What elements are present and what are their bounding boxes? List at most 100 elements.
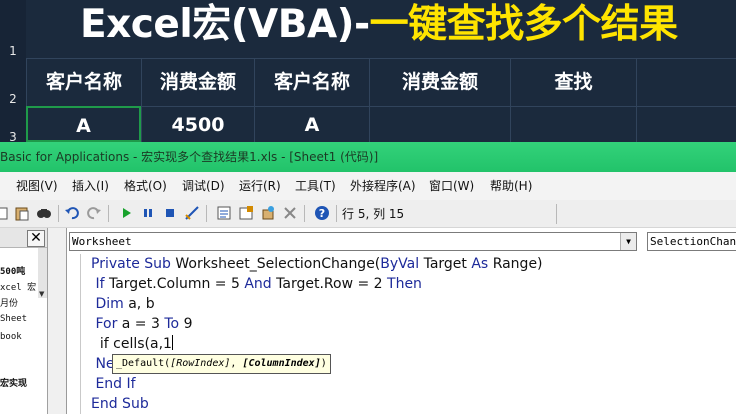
sheet-title-cell[interactable]: Excel宏(VBA)-一键查找多个结果 <box>26 0 736 58</box>
header-customer-name-1[interactable]: 客户名称 <box>26 58 141 106</box>
tooltip-text: ) <box>320 358 327 369</box>
keyword-token: If <box>95 276 109 292</box>
toolbar-separator <box>206 205 207 222</box>
keyword-token: ByVal <box>380 256 424 272</box>
code-token: a, b <box>128 296 155 312</box>
object-dropdown[interactable]: Worksheet ▼ <box>69 232 637 251</box>
code-token: Target.Row = 2 <box>276 276 388 292</box>
window-title: Basic for Applications - 宏实现多个查找结果1.xls … <box>0 150 379 164</box>
code-line[interactable]: End Sub <box>91 394 731 414</box>
procedure-dropdown-value: SelectionChange <box>650 235 736 248</box>
find-icon[interactable] <box>36 205 52 221</box>
tooltip-text: _Default( <box>116 358 171 369</box>
project-item[interactable]: 宏实现 <box>0 376 27 389</box>
title-text-white: Excel宏(VBA)- <box>80 2 370 47</box>
menu-insert[interactable]: 插入(I) <box>72 172 109 200</box>
close-icon[interactable]: ✕ <box>27 230 45 247</box>
code-token: 9 <box>183 316 193 332</box>
keyword-token: To <box>164 316 184 332</box>
cell-a3[interactable]: A <box>26 106 141 142</box>
row-number-2[interactable]: 2 <box>0 92 26 106</box>
keyword-token: End If <box>95 376 136 392</box>
properties-icon[interactable] <box>238 205 254 221</box>
undo-icon[interactable] <box>64 205 80 221</box>
keyword-token: Dim <box>95 296 129 312</box>
menu-view[interactable]: 视图(V) <box>16 172 58 200</box>
project-item[interactable]: xcel 宏 <box>0 280 36 293</box>
project-item[interactable]: book <box>0 332 22 342</box>
code-margin[interactable] <box>67 254 81 414</box>
keyword-token: As <box>471 256 493 272</box>
header-search[interactable]: 查找 <box>510 58 636 106</box>
project-item[interactable]: 500吨 <box>0 264 25 277</box>
header-amount-2[interactable]: 消费金额 <box>369 58 510 106</box>
reset-icon[interactable] <box>162 205 178 221</box>
chevron-down-icon[interactable]: ▼ <box>39 290 44 298</box>
keyword-token: And <box>244 276 277 292</box>
toolbox-icon[interactable] <box>282 205 298 221</box>
toolbar-separator <box>58 205 59 222</box>
object-browser-icon[interactable] <box>260 205 276 221</box>
run-icon[interactable] <box>118 205 134 221</box>
menu-addins[interactable]: 外接程序(A) <box>350 172 416 200</box>
toolbar-separator <box>336 205 337 222</box>
code-line[interactable]: If Target.Column = 5 And Target.Row = 2 … <box>91 274 731 294</box>
keyword-token: End Sub <box>91 396 149 412</box>
title-text-yellow: 一键查找多个结果 <box>369 2 679 47</box>
paste-icon[interactable] <box>14 205 30 221</box>
window-titlebar[interactable]: Basic for Applications - 宏实现多个查找结果1.xls … <box>0 142 736 172</box>
procedure-dropdown[interactable]: SelectionChange <box>647 232 736 251</box>
vba-editor-window: Basic for Applications - 宏实现多个查找结果1.xls … <box>0 142 736 414</box>
row-number-1[interactable]: 1 <box>0 44 26 58</box>
header-customer-name-2[interactable]: 客户名称 <box>254 58 369 106</box>
copy-icon[interactable] <box>0 205 10 221</box>
menu-run[interactable]: 运行(R) <box>239 172 281 200</box>
code-line[interactable]: Dim a, b <box>91 294 731 314</box>
menu-tools[interactable]: 工具(T) <box>295 172 336 200</box>
excel-sheet: 1 2 3 Excel宏(VBA)-一键查找多个结果 客户名称 消费金额 客户名… <box>0 0 736 144</box>
code-line[interactable]: End If <box>91 374 731 394</box>
cell-c3[interactable]: A <box>254 106 369 142</box>
cell-b3[interactable]: 4500 <box>141 106 254 142</box>
parameter-info-tooltip: _Default([RowIndex], [ColumnIndex]) <box>112 354 331 374</box>
code-window: Worksheet ▼ SelectionChange Private Sub … <box>66 228 736 414</box>
text-caret <box>171 335 173 350</box>
menu-window[interactable]: 窗口(W) <box>429 172 474 200</box>
header-empty[interactable] <box>636 58 736 106</box>
project-explorer-pane: ✕ ▼ 500吨 xcel 宏 月份 Sheet book 宏实现 <box>0 228 48 414</box>
cell-f3[interactable] <box>636 106 736 142</box>
code-line[interactable]: Private Sub Worksheet_SelectionChange(By… <box>91 254 731 274</box>
menu-bar: 视图(V) 插入(I) 格式(O) 调试(D) 运行(R) 工具(T) 外接程序… <box>0 172 736 200</box>
tooltip-arg-column: [ColumnIndex] <box>242 358 321 369</box>
code-line[interactable]: if cells(a,1 <box>91 334 731 354</box>
toolbar-grip[interactable] <box>556 204 564 224</box>
object-dropdown-value: Worksheet <box>72 235 132 248</box>
code-line[interactable]: For a = 3 To 9 <box>91 314 731 334</box>
project-item[interactable]: Sheet <box>0 314 27 324</box>
help-icon[interactable]: ? <box>314 205 330 221</box>
toolbar-separator <box>304 205 305 222</box>
toolbar-separator <box>108 205 109 222</box>
project-pane-scrollbar[interactable]: ▼ <box>38 248 47 298</box>
cursor-position: 行 5, 列 15 <box>342 207 405 221</box>
menu-format[interactable]: 格式(O) <box>124 172 167 200</box>
header-amount-1[interactable]: 消费金额 <box>141 58 254 106</box>
redo-icon[interactable] <box>86 205 102 221</box>
cell-d3[interactable] <box>369 106 510 142</box>
project-item[interactable]: 月份 <box>0 296 18 309</box>
svg-text:?: ? <box>319 207 325 220</box>
design-mode-icon[interactable] <box>184 205 200 221</box>
break-icon[interactable] <box>140 205 156 221</box>
code-token: Range) <box>492 256 543 272</box>
cell-e3[interactable] <box>510 106 636 142</box>
project-explorer-icon[interactable] <box>216 205 232 221</box>
code-token: Worksheet_SelectionChange( <box>175 256 381 272</box>
chevron-down-icon[interactable]: ▼ <box>620 233 636 250</box>
code-token: a = 3 <box>121 316 165 332</box>
keyword-token: For <box>95 316 122 332</box>
menu-help[interactable]: 帮助(H) <box>490 172 532 200</box>
code-editor[interactable]: Private Sub Worksheet_SelectionChange(By… <box>91 254 731 414</box>
code-token: if cells(a,1 <box>99 336 172 352</box>
tooltip-separator: , <box>230 358 243 369</box>
menu-debug[interactable]: 调试(D) <box>182 172 225 200</box>
